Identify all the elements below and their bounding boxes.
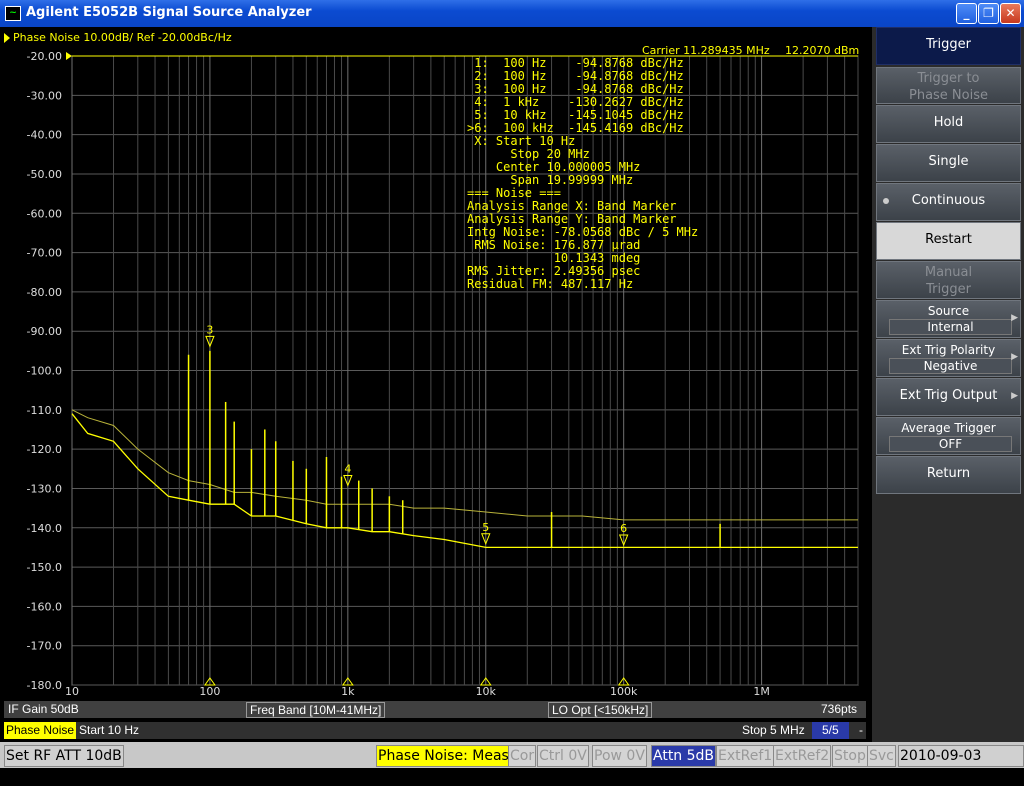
extref2-status: ExtRef2 <box>773 745 832 767</box>
y-tick-label: -100.0 <box>27 365 62 378</box>
measurement-area: Phase Noise 10.00dB/ Ref -20.00dBc/Hz Ca… <box>0 27 870 742</box>
marker-readout-line: Stop 20 MHz <box>467 147 590 161</box>
set-rf-att-status[interactable]: Set RF ATT 10dB <box>4 745 124 767</box>
y-tick-label: -40.00 <box>27 129 62 142</box>
y-tick-label: -70.00 <box>27 247 62 260</box>
date-time: 2010-09-03 13:12 <box>898 745 1024 784</box>
submenu-arrow-icon: ▶ <box>1011 352 1018 362</box>
x-tick-label: 100 <box>199 685 220 698</box>
y-tick-label: -30.00 <box>27 89 62 102</box>
marker-readout-line: >6: 100 kHz -145.4169 dBc/Hz <box>467 121 684 135</box>
marker-readout-line: RMS Jitter: 2.49356 psec <box>467 264 640 278</box>
marker-4-label: 4 <box>344 462 351 475</box>
y-tick-label: -130.0 <box>27 482 62 495</box>
pow-voltage-status: Pow 0V <box>592 745 647 767</box>
marker-readout-line: RMS Noise: 176.877 µrad <box>467 238 640 252</box>
freq-band-status[interactable]: Freq Band [10M-41MHz] <box>246 702 386 718</box>
y-tick-label: -120.0 <box>27 443 62 456</box>
single-button[interactable]: Single <box>876 144 1021 182</box>
restart-button[interactable]: Restart <box>876 222 1021 260</box>
y-tick-label: -60.00 <box>27 207 62 220</box>
page-indicator[interactable]: 5/5 <box>812 722 849 739</box>
marker-readout-line: 2: 100 Hz -94.8768 dBc/Hz <box>467 69 684 83</box>
instrument-status-bar: Set RF ATT 10dB Phase Noise: Meas Cor Ct… <box>0 742 1024 784</box>
trigger-menu-title: Trigger <box>876 27 1021 65</box>
ext-trig-polarity-button[interactable]: Ext Trig Polarity Negative ▶ <box>876 339 1021 377</box>
marker-readout-line: Analysis Range X: Band Marker <box>467 199 677 213</box>
manual-trigger-button[interactable]: Manual Trigger <box>876 261 1021 299</box>
polarity-value: Negative <box>889 358 1012 374</box>
average-trigger-value: OFF <box>889 436 1012 452</box>
y-tick-label: -150.0 <box>27 561 62 574</box>
continuous-button[interactable]: Continuous <box>876 183 1021 221</box>
y-tick-label: -80.00 <box>27 286 62 299</box>
marker-6-label: 6 <box>620 522 627 535</box>
y-tick-label: -110.0 <box>27 404 62 417</box>
marker-readout-line: 5: 10 kHz -145.1045 dBc/Hz <box>467 108 684 122</box>
marker-readout-line: Intg Noise: -78.0568 dBc / 5 MHz <box>467 225 698 239</box>
extref1-status: ExtRef1 <box>716 745 775 767</box>
marker-readout-line: 1: 100 Hz -94.8768 dBc/Hz <box>467 56 684 70</box>
return-button[interactable]: Return <box>876 456 1021 494</box>
trigger-to-phase-noise-button[interactable]: Trigger to Phase Noise <box>876 67 1021 104</box>
svc-status: Svc <box>867 745 896 767</box>
restore-button[interactable]: ❐ <box>978 3 999 24</box>
marker-3-label: 3 <box>206 323 213 336</box>
status-row-1: IF Gain 50dB Freq Band [10M-41MHz] LO Op… <box>4 701 866 718</box>
y-tick-label: -180.0 <box>27 679 62 692</box>
selected-dot-icon <box>883 198 889 204</box>
ctrl-voltage-status: Ctrl 0V <box>537 745 589 767</box>
x-tick-label: 1M <box>753 685 770 698</box>
marker-readout-line: 3: 100 Hz -94.8768 dBc/Hz <box>467 82 684 96</box>
stop-status: Stop <box>832 745 868 767</box>
y-tick-label: -170.0 <box>27 640 62 653</box>
ext-trig-output-button[interactable]: Ext Trig Output ▶ <box>876 378 1021 416</box>
phase-noise-chart[interactable]: -20.00 -30.00 -40.00 -50.00 -60.00 -70.00 -80.… <box>0 27 870 742</box>
x-tick-label: 10k <box>476 685 497 698</box>
source-button[interactable]: Source Internal ▶ <box>876 300 1021 338</box>
reference-arrow-icon <box>66 52 72 60</box>
marker-readout-line: Analysis Range Y: Band Marker <box>467 212 677 226</box>
submenu-arrow-icon: ▶ <box>1011 391 1018 401</box>
attn-status: Attn 5dB <box>651 745 717 767</box>
start-frequency[interactable]: Start 10 Hz <box>79 723 139 737</box>
x-tick-label: 1k <box>341 685 355 698</box>
close-button[interactable]: ✕ <box>1000 3 1021 24</box>
lo-opt-status[interactable]: LO Opt [<150kHz] <box>548 702 653 718</box>
marker-readout-line: Residual FM: 487.117 Hz <box>467 277 633 291</box>
status-row-2: Phase Noise Start 10 Hz Stop 5 MHz 5/5 - <box>4 722 866 739</box>
y-tick-label: -50.00 <box>27 168 62 181</box>
if-gain-status[interactable]: IF Gain 50dB <box>8 702 79 716</box>
title-bar: ~ Agilent E5052B Signal Source Analyzer … <box>0 0 1024 27</box>
phase-noise-meas-status: Phase Noise: Meas <box>376 745 511 767</box>
status-dash: - <box>859 723 863 737</box>
marker-5-label: 5 <box>482 521 489 534</box>
marker-readout-line: 10.1343 mdeg <box>467 251 640 265</box>
y-tick-label: -20.00 <box>27 50 62 63</box>
marker-readout-line: X: Start 10 Hz <box>467 134 575 148</box>
marker-readout-line: 4: 1 kHz -130.2627 dBc/Hz <box>467 95 684 109</box>
points-status[interactable]: 736pts <box>821 702 857 716</box>
stop-frequency[interactable]: Stop 5 MHz <box>742 723 805 737</box>
marker-readout-line: Span 19.99999 MHz <box>467 173 633 187</box>
meas-type-label[interactable]: Phase Noise <box>4 722 77 739</box>
y-tick-label: -90.00 <box>27 325 62 338</box>
source-value: Internal <box>889 319 1012 335</box>
minimize-button[interactable]: _ <box>956 3 977 24</box>
marker-readout-line: === Noise === <box>467 186 561 200</box>
hold-button[interactable]: Hold <box>876 105 1021 143</box>
window-title: Agilent E5052B Signal Source Analyzer <box>26 5 312 20</box>
x-tick-label: 100k <box>610 685 638 698</box>
y-tick-label: -160.0 <box>27 600 62 613</box>
average-trigger-button[interactable]: Average Trigger OFF <box>876 417 1021 455</box>
softkey-panel: Trigger Trigger to Phase Noise Hold Singl… <box>872 27 1024 742</box>
submenu-arrow-icon: ▶ <box>1011 313 1018 323</box>
cor-status: Cor <box>508 745 537 767</box>
y-tick-label: -140.0 <box>27 522 62 535</box>
marker-readout-line: Center 10.000005 MHz <box>467 160 640 174</box>
app-icon: ~ <box>5 6 21 21</box>
x-tick-label: 10 <box>65 685 79 698</box>
